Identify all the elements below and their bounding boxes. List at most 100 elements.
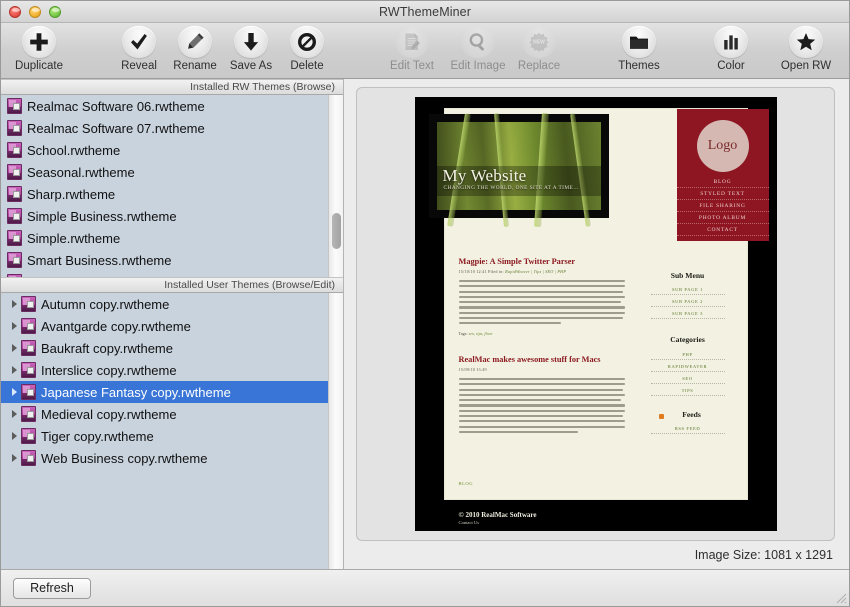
preview-sidebar-link: RAPIDWEAVER (651, 364, 725, 372)
rwtheme-file-icon (21, 340, 36, 356)
checkmark-icon (122, 26, 156, 58)
preview-post-date: 15/09/10 13:49 (459, 367, 487, 372)
rw-themes-header: Installed RW Themes (Browse) (1, 79, 343, 95)
rwtheme-file-icon (21, 296, 36, 312)
toolbar-button-rename[interactable]: Rename (167, 26, 223, 72)
list-item-label: Smart Business.rwtheme (27, 253, 172, 268)
toolbar-label: Reveal (121, 60, 157, 72)
list-item-label: Avantgarde copy.rwtheme (41, 319, 191, 334)
toolbar-button-save-as[interactable]: Save As (223, 26, 279, 72)
disclosure-triangle-icon[interactable] (7, 300, 21, 308)
disclosure-triangle-icon[interactable] (7, 454, 21, 462)
list-item[interactable]: Web Business copy.rwtheme (1, 447, 328, 469)
image-size-label: Image Size: 1081 x 1291 (695, 548, 833, 562)
list-item[interactable]: Baukraft copy.rwtheme (1, 337, 328, 359)
preview-nav-item: STYLED TEXT (677, 191, 769, 200)
list-item[interactable]: Seasonal.rwtheme (1, 161, 328, 183)
disclosure-triangle-icon[interactable] (7, 410, 21, 418)
folder-icon (622, 26, 656, 58)
rwtheme-file-icon (21, 384, 36, 400)
preview-sidebar-link: SUB PAGE 2 (651, 299, 725, 307)
list-item[interactable]: School.rwtheme (1, 139, 328, 161)
rw-themes-list[interactable]: Realmac Software 06.rwtheme Realmac Softw… (1, 95, 328, 277)
preview-tags-values: seo, tips, floor (469, 331, 493, 336)
toolbar-button-duplicate[interactable]: Duplicate (11, 26, 67, 72)
toolbar-label: Save As (230, 60, 272, 72)
preview-nav-block: Logo BLOGSTYLED TEXTFILE SHARINGPHOTO AL… (677, 109, 769, 241)
toolbar-label: Edit Image (451, 60, 506, 72)
rwtheme-file-icon (7, 164, 22, 180)
toolbar-button-themes[interactable]: Themes (611, 26, 667, 72)
theme-preview-image: My Website CHANGING THE WORLD, ONE SITE … (415, 97, 777, 531)
installed-user-themes-panel: Installed User Themes (Browse/Edit) Autu… (1, 277, 343, 569)
list-item[interactable]: Realmac Software 06.rwtheme (1, 95, 328, 117)
preview-box[interactable]: My Website CHANGING THE WORLD, ONE SITE … (356, 87, 835, 541)
rw-themes-scrollbar[interactable] (328, 95, 343, 277)
toolbar-button-reveal[interactable]: Reveal (111, 26, 167, 72)
toolbar-button-edit-image[interactable]: Edit Image (445, 26, 511, 72)
preview-tags-label: Tags: (459, 331, 468, 336)
right-column: My Website CHANGING THE WORLD, ONE SITE … (344, 79, 849, 569)
toolbar-button-replace[interactable]: NEW Replace (511, 26, 567, 72)
list-item-label: Simple.rwtheme (27, 231, 120, 246)
toolbar-button-open-rw[interactable]: Open RW (773, 26, 839, 72)
star-icon (789, 26, 823, 58)
list-item[interactable]: Medieval copy.rwtheme (1, 403, 328, 425)
list-item[interactable]: Interslice copy.rwtheme (1, 359, 328, 381)
user-themes-list[interactable]: Autumn copy.rwtheme Avantgarde copy.rwthe… (1, 293, 328, 569)
list-item-label: School.rwtheme (27, 143, 120, 158)
disclosure-triangle-icon[interactable] (7, 388, 21, 396)
toolbar-button-edit-text[interactable]: Edit Text (379, 26, 445, 72)
rwtheme-file-icon (21, 362, 36, 378)
list-item[interactable]: Simple Business.rwtheme (1, 205, 328, 227)
disclosure-triangle-icon[interactable] (7, 432, 21, 440)
list-item[interactable]: Japanese Fantasy copy.rwtheme (1, 381, 328, 403)
list-item[interactable]: Sharp.rwtheme (1, 183, 328, 205)
toolbar-label: Color (717, 60, 744, 72)
preview-area: My Website CHANGING THE WORLD, ONE SITE … (344, 79, 849, 541)
toolbar-button-color[interactable]: Color (703, 26, 759, 72)
scrollbar-thumb[interactable] (332, 213, 341, 249)
toolbar-label: Open RW (781, 60, 831, 72)
list-item[interactable]: Tiger Pop.rwtheme (1, 271, 328, 277)
preview-hero-subtitle: CHANGING THE WORLD, ONE SITE AT A TIME… (444, 185, 579, 191)
refresh-button[interactable]: Refresh (13, 578, 91, 599)
document-edit-icon (395, 26, 429, 58)
left-column: Installed RW Themes (Browse) Realmac Sof… (1, 79, 344, 569)
down-arrow-icon (234, 26, 268, 58)
prohibited-icon (290, 26, 324, 58)
preview-post-title: Magpie: A Simple Twitter Parser (459, 257, 576, 266)
plus-icon (22, 26, 56, 58)
disclosure-triangle-icon[interactable] (7, 344, 21, 352)
user-themes-header: Installed User Themes (Browse/Edit) (1, 277, 343, 293)
rwtheme-file-icon (21, 318, 36, 334)
resize-grip[interactable] (834, 591, 847, 604)
preview-blog-link: BLOG (459, 481, 474, 486)
preview-sidebar-link: SEO (651, 376, 725, 384)
disclosure-triangle-icon[interactable] (7, 322, 21, 330)
list-item[interactable]: Simple.rwtheme (1, 227, 328, 249)
list-item-label: Realmac Software 06.rwtheme (27, 99, 205, 114)
rwtheme-file-icon (7, 230, 22, 246)
user-themes-scrollbar[interactable] (328, 293, 343, 569)
list-item[interactable]: Autumn copy.rwtheme (1, 293, 328, 315)
list-item[interactable]: Tiger copy.rwtheme (1, 425, 328, 447)
preview-submenu-title: Sub Menu (651, 271, 725, 280)
list-item[interactable]: Avantgarde copy.rwtheme (1, 315, 328, 337)
svg-text:NEW: NEW (533, 40, 545, 46)
pencil-icon (178, 26, 212, 58)
preview-hero-title: My Website (443, 166, 527, 186)
rwtheme-file-icon (7, 274, 22, 277)
bar-chart-icon (714, 26, 748, 58)
disclosure-triangle-icon[interactable] (7, 366, 21, 374)
toolbar-label: Rename (173, 60, 216, 72)
preview-post-meta: 15/10/10 12:41 Filed in: RapidWeaver | T… (459, 269, 567, 274)
list-item[interactable]: Realmac Software 07.rwtheme (1, 117, 328, 139)
preview-categories-title: Categories (651, 335, 725, 344)
rwtheme-file-icon (7, 252, 22, 268)
preview-footer-copyright: © 2010 RealMac Software (459, 511, 537, 519)
list-item[interactable]: Smart Business.rwtheme (1, 249, 328, 271)
list-item-label: Japanese Fantasy copy.rwtheme (41, 385, 231, 400)
preview-feeds-title: Feeds (655, 410, 729, 419)
toolbar-button-delete[interactable]: Delete (279, 26, 335, 72)
